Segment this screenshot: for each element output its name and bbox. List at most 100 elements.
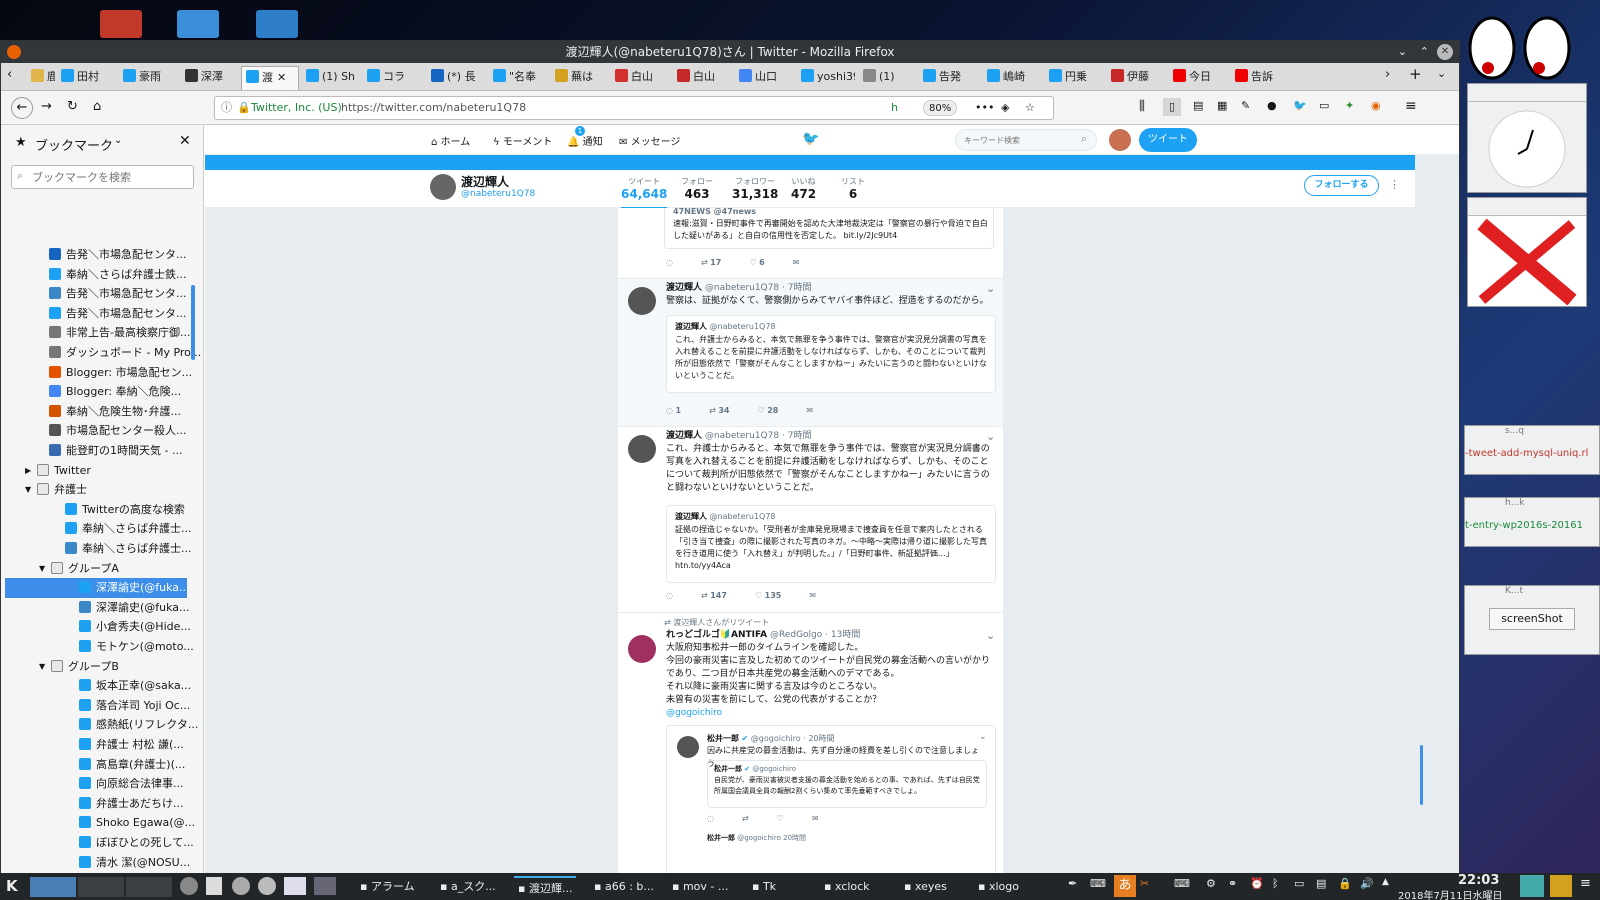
tab-4[interactable]: 渡 ✕ [241,66,299,90]
tab-scroll-right-icon[interactable]: › [1385,67,1390,82]
tab-0[interactable]: 鹿児 [27,66,55,90]
bookmark-item[interactable]: 清水 潔(@NOSU... [79,853,203,873]
bookmark-item[interactable]: 奉納＼さらば弁護士鉄... [49,265,203,285]
tab-3[interactable]: 深澤 [181,66,239,90]
xlogo-titlebar[interactable] [1468,198,1586,216]
clipboard-icon[interactable]: ▭ [1319,99,1329,112]
taskbar-task[interactable]: ▪ Tk [748,876,780,898]
tweet-author-handle[interactable]: @nabeteru1Q78 [705,283,779,293]
tab-12[interactable]: 山口 [735,66,793,90]
bookmark-item[interactable]: 深澤諭史(@fuka... [5,578,187,599]
shield-icon[interactable]: ✦ [1345,99,1354,112]
tweet[interactable]: 渡辺輝人 @nabeteru1Q78 · 7時間 ⌄ これ、弁護士からみると、本… [618,427,1003,613]
sidebar-toggle-icon[interactable]: ▯ [1163,98,1181,116]
bookmark-item[interactable]: Twitterの高度な検索 [65,500,203,520]
tray-feather-icon[interactable]: ✒ [1068,877,1077,890]
profile-stat-3[interactable]: いいね 472 [791,176,816,201]
profile-stat-4[interactable]: リスト 6 [841,176,865,201]
like-icon[interactable]: ♡ 6 [749,258,764,267]
bookmark-folder[interactable]: ▶ Twitter [25,461,203,481]
page-scrollbar[interactable] [1420,745,1423,805]
bookmark-item[interactable]: モトケン(@moto... [79,637,203,657]
tab-10[interactable]: 白山 [611,66,669,90]
evernote-icon[interactable]: ● [1267,99,1277,112]
terminal-icon[interactable] [314,877,336,895]
mention-link[interactable]: @gogoichiro [666,707,722,720]
minimize-icon[interactable]: ⌄ [1398,41,1407,63]
info-icon[interactable]: ⓘ [221,97,232,119]
tweet-author-handle[interactable]: @RedGolgo [770,630,822,640]
notes-icon[interactable] [1550,875,1572,897]
panel-menu-icon[interactable]: ≡ [1580,876,1591,891]
bookmark-item[interactable]: 向原総合法律事... [79,774,203,794]
tab-15[interactable]: 告発 [919,66,977,90]
avatar[interactable] [628,635,656,663]
tab-2[interactable]: 豪雨 [119,66,177,90]
reply-icon[interactable]: ◌ 1 [666,406,681,415]
like-icon[interactable]: ♡ 28 [758,406,779,415]
app-launcher-icon-3[interactable] [258,877,276,895]
document-icon[interactable] [206,877,222,895]
chevron-down-icon[interactable]: ⌄ [114,135,122,146]
nav-home[interactable]: ⌂ ホーム [431,133,470,148]
tab-7[interactable]: (*) 長 [427,66,485,90]
kde-launcher-icon[interactable]: K [6,877,18,895]
reader-icon[interactable]: ▤ [1193,99,1203,112]
grid-icon[interactable]: ▦ [1217,99,1227,112]
desktop-red-icon[interactable] [100,10,142,38]
profile-icon[interactable]: ◉ [1371,99,1381,112]
window-titlebar[interactable]: 渡辺輝人(@nabeteru1Q78)さん | Twitter - Mozill… [1,41,1459,63]
bookmark-item[interactable]: 坂本正幸(@saka... [79,676,203,696]
bookmark-item[interactable]: 奉納＼さらば弁護士... [65,539,203,559]
reload-icon[interactable]: ↻ [67,99,78,114]
tab-16[interactable]: 嶋崎 [983,66,1041,90]
tray-tool-icon[interactable]: ✂ [1140,877,1149,890]
retweet-icon[interactable]: ⇄ 147 [701,591,727,600]
show-desktop-icon[interactable] [1520,875,1544,897]
maximize-icon[interactable]: ⌃ [1420,41,1429,63]
bookmark-item[interactable]: 奉納＼さらば弁護士... [65,519,203,539]
reply-icon[interactable]: ◌ [666,258,673,267]
tweet[interactable]: ⇄ 渡辺輝人さんがリツイート れっどゴルゴ🔰ANTIFA @RedGolgo ·… [618,613,1003,875]
taskbar-task[interactable]: ▪ xeyes [900,876,951,898]
xclock-titlebar[interactable] [1468,84,1586,102]
tray-gear-icon[interactable]: ⚙ [1206,877,1216,890]
dm-icon[interactable]: ✉ [806,406,813,415]
url-text[interactable]: https://twitter.com/nabeteru1Q78 [341,97,526,119]
bookmark-item[interactable]: 市場急配センター殺人... [49,421,203,441]
clipboard-icon[interactable]: ▤ [1316,877,1326,890]
profile-stat-2[interactable]: フォロワー 31,318 [732,176,778,201]
new-tab-icon[interactable]: + [1409,65,1422,83]
tab-13[interactable]: yoshi392 [797,66,855,90]
desktop-window-icon[interactable] [256,10,298,38]
tree-toggle-icon[interactable]: ▼ [39,559,45,579]
screenshot-window[interactable]: K...t screenShot [1464,585,1600,655]
bookmark-folder[interactable]: ▼ グループB [39,657,203,677]
extension-icon[interactable]: h [891,97,898,119]
dm-icon[interactable]: ✉ [793,258,800,267]
chevron-down-icon[interactable]: ⌄ [986,430,995,443]
url-bar[interactable]: ⓘ 🔒 Twitter, Inc. (US) https://twitter.c… [214,96,1054,120]
close-window-icon[interactable]: ✕ [1437,44,1453,60]
bookmark-search-input[interactable] [11,165,194,189]
app-launcher-icon-2[interactable] [232,877,250,895]
tab-1[interactable]: 田村 [57,66,115,90]
tray-keyboard-icon[interactable]: ⌨ [1090,877,1106,890]
avatar[interactable] [628,287,656,315]
tweet-author-name[interactable]: れっどゴルゴ🔰ANTIFA [666,630,767,640]
tab-9[interactable]: 蕪は [551,66,609,90]
volume-icon[interactable]: 🔊 [1360,877,1374,890]
clock-date[interactable]: 2018年7月11日水曜日 [1398,887,1503,900]
bookmark-folder[interactable]: ▼ 弁護士 [25,480,203,500]
bookmark-item[interactable]: 非常上告-最高検察庁御... [49,323,203,343]
chevron-down-icon[interactable]: ⌄ [979,732,987,742]
tab-19[interactable]: 今日 [1169,66,1227,90]
tab-18[interactable]: 伊藤 [1107,66,1165,90]
tray-keyboard-icon-2[interactable]: ⌨ [1174,877,1190,890]
home-icon[interactable]: ⌂ [93,99,101,114]
tree-toggle-icon[interactable]: ▼ [25,480,31,500]
tab-list-icon[interactable]: ⌄ [1437,67,1446,80]
tweet[interactable]: 渡辺輝人 @nabeteru1Q78 · 7時間 ⌄ 警察は、証拠がなくて、警察… [618,279,1003,427]
bookmark-star-icon[interactable]: ☆ [1025,97,1035,119]
avatar[interactable] [628,435,656,463]
